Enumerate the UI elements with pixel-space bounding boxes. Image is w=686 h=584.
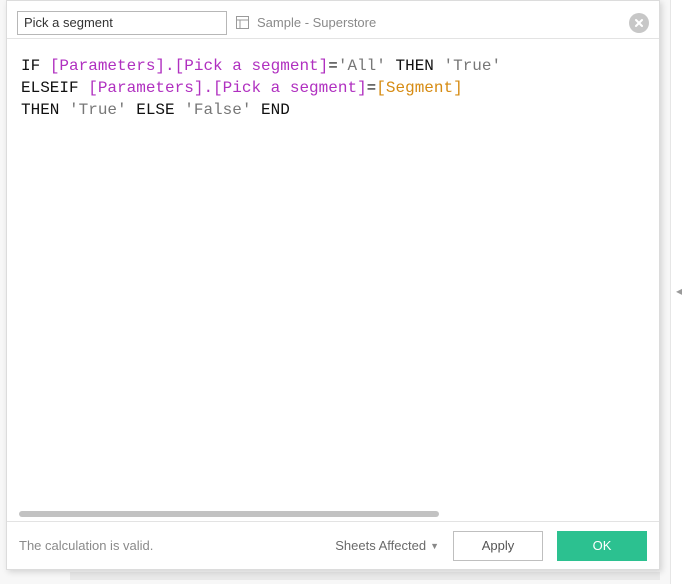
formula-editor[interactable]: IF [Parameters].[Pick a segment]='All' T…	[7, 39, 659, 521]
close-button[interactable]	[629, 13, 649, 33]
app-frame: ◂ Sample - Superstore IF [Parameters].	[0, 0, 686, 584]
formula-line: IF [Parameters].[Pick a segment]='All' T…	[21, 55, 649, 77]
apply-button[interactable]: Apply	[453, 531, 543, 561]
caret-down-icon: ▼	[430, 541, 439, 551]
ok-button[interactable]: OK	[557, 531, 647, 561]
dialog-header: Sample - Superstore	[7, 1, 659, 39]
datasource-icon	[235, 16, 249, 30]
sheets-affected-dropdown[interactable]: Sheets Affected ▼	[335, 538, 439, 553]
datasource-label: Sample - Superstore	[257, 15, 621, 30]
formula-line: ELSEIF [Parameters].[Pick a segment]=[Se…	[21, 77, 649, 99]
sheets-affected-label: Sheets Affected	[335, 538, 426, 553]
horizontal-scrollbar[interactable]	[19, 511, 439, 517]
bottom-shadow	[70, 572, 660, 580]
validation-status: The calculation is valid.	[19, 538, 321, 553]
calculated-field-dialog: Sample - Superstore IF [Parameters].[Pic…	[6, 0, 660, 570]
formula-line: THEN 'True' ELSE 'False' END	[21, 99, 649, 121]
dialog-footer: The calculation is valid. Sheets Affecte…	[7, 521, 659, 569]
calc-name-input[interactable]	[17, 11, 227, 35]
collapse-right-toggle[interactable]: ◂	[672, 280, 686, 302]
